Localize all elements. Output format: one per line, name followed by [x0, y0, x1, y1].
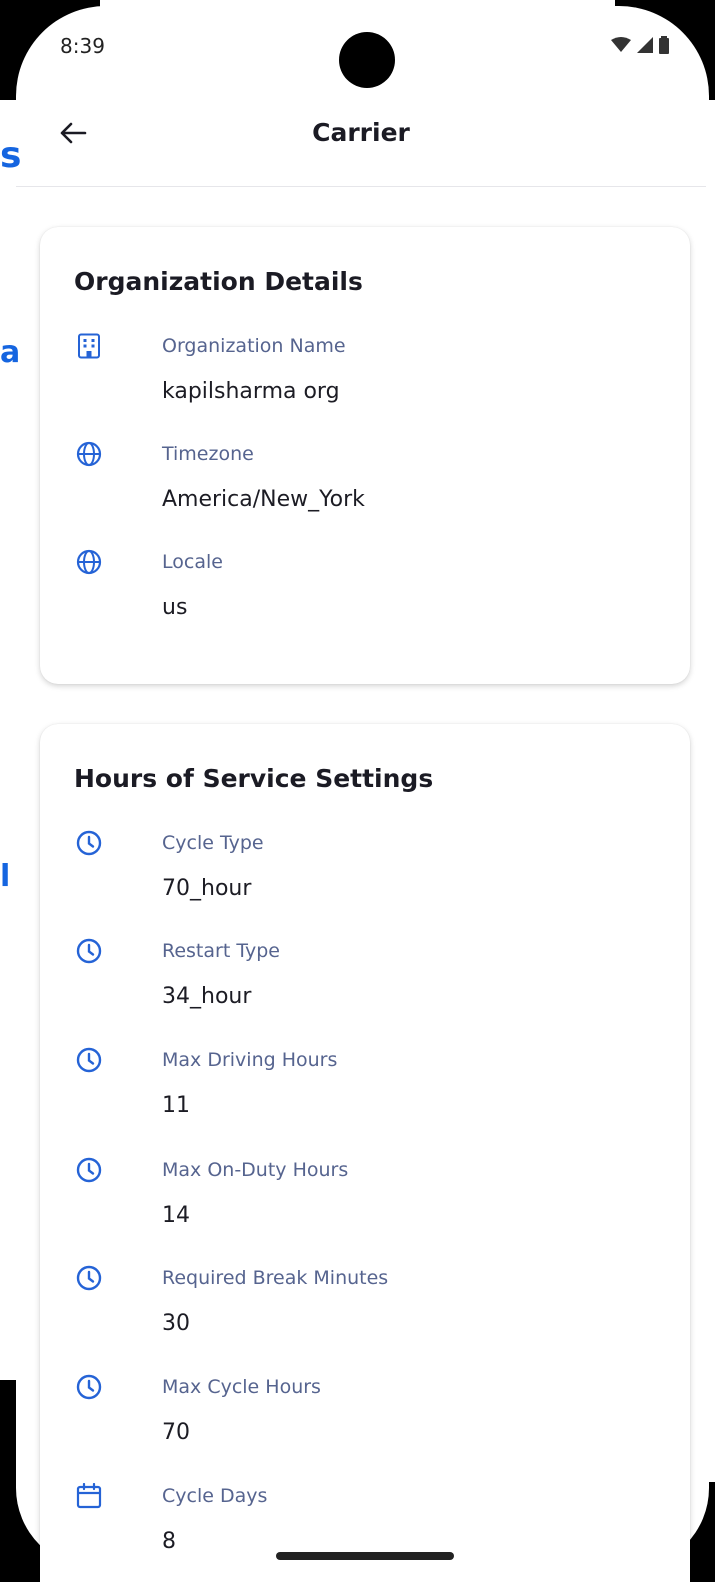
- status-icons: [611, 36, 669, 54]
- edge-fragment: a: [0, 335, 21, 370]
- clock-icon: [76, 1047, 102, 1073]
- building-icon: [78, 333, 100, 359]
- field-value: 8: [162, 1529, 176, 1554]
- field-label: Max On-Duty Hours: [162, 1159, 349, 1181]
- clock-icon: [76, 1374, 102, 1400]
- field-label: Required Break Minutes: [162, 1267, 389, 1289]
- field-label: Max Driving Hours: [162, 1049, 338, 1071]
- field-value: 70: [162, 1420, 190, 1445]
- app-bar: Carrier: [16, 100, 706, 187]
- field-label: Organization Name: [162, 335, 346, 357]
- page-title: Carrier: [312, 118, 410, 147]
- camera-cutout: [339, 32, 395, 88]
- field-value: us: [162, 595, 188, 620]
- hours-of-service-card: Hours of Service Settings Cycle Type 70_…: [40, 724, 690, 1582]
- clock-icon: [76, 830, 102, 856]
- globe-icon: [76, 549, 102, 575]
- field-label: Max Cycle Hours: [162, 1376, 321, 1398]
- field-label: Cycle Days: [162, 1485, 268, 1507]
- field-label: Timezone: [162, 443, 254, 465]
- organization-details-card: Organization Details Organization Name k…: [40, 227, 690, 684]
- field-value: 34_hour: [162, 984, 252, 1009]
- field-value: kapilsharma org: [162, 379, 340, 404]
- calendar-icon: [76, 1483, 102, 1509]
- field-value: America/New_York: [162, 487, 365, 512]
- clock-icon: [76, 1157, 102, 1183]
- field-label: Cycle Type: [162, 832, 264, 854]
- device-frame-edge: [0, 1380, 16, 1582]
- clock-icon: [76, 938, 102, 964]
- wifi-icon: [611, 37, 631, 52]
- field-value: 11: [162, 1093, 190, 1118]
- signal-icon: [637, 37, 653, 53]
- clock-icon: [76, 1265, 102, 1291]
- card-title: Organization Details: [74, 267, 363, 296]
- globe-icon: [76, 441, 102, 467]
- home-indicator[interactable]: [276, 1552, 454, 1560]
- field-label: Locale: [162, 551, 223, 573]
- battery-icon: [659, 36, 669, 54]
- card-title: Hours of Service Settings: [74, 764, 434, 793]
- field-value: 70_hour: [162, 876, 252, 901]
- screen: s a l 8:39 Carrier Organization Details: [0, 0, 715, 1582]
- field-value: 14: [162, 1203, 190, 1228]
- field-value: 30: [162, 1311, 190, 1336]
- status-time: 8:39: [60, 34, 105, 58]
- edge-fragment: l: [0, 859, 11, 894]
- field-label: Restart Type: [162, 940, 280, 962]
